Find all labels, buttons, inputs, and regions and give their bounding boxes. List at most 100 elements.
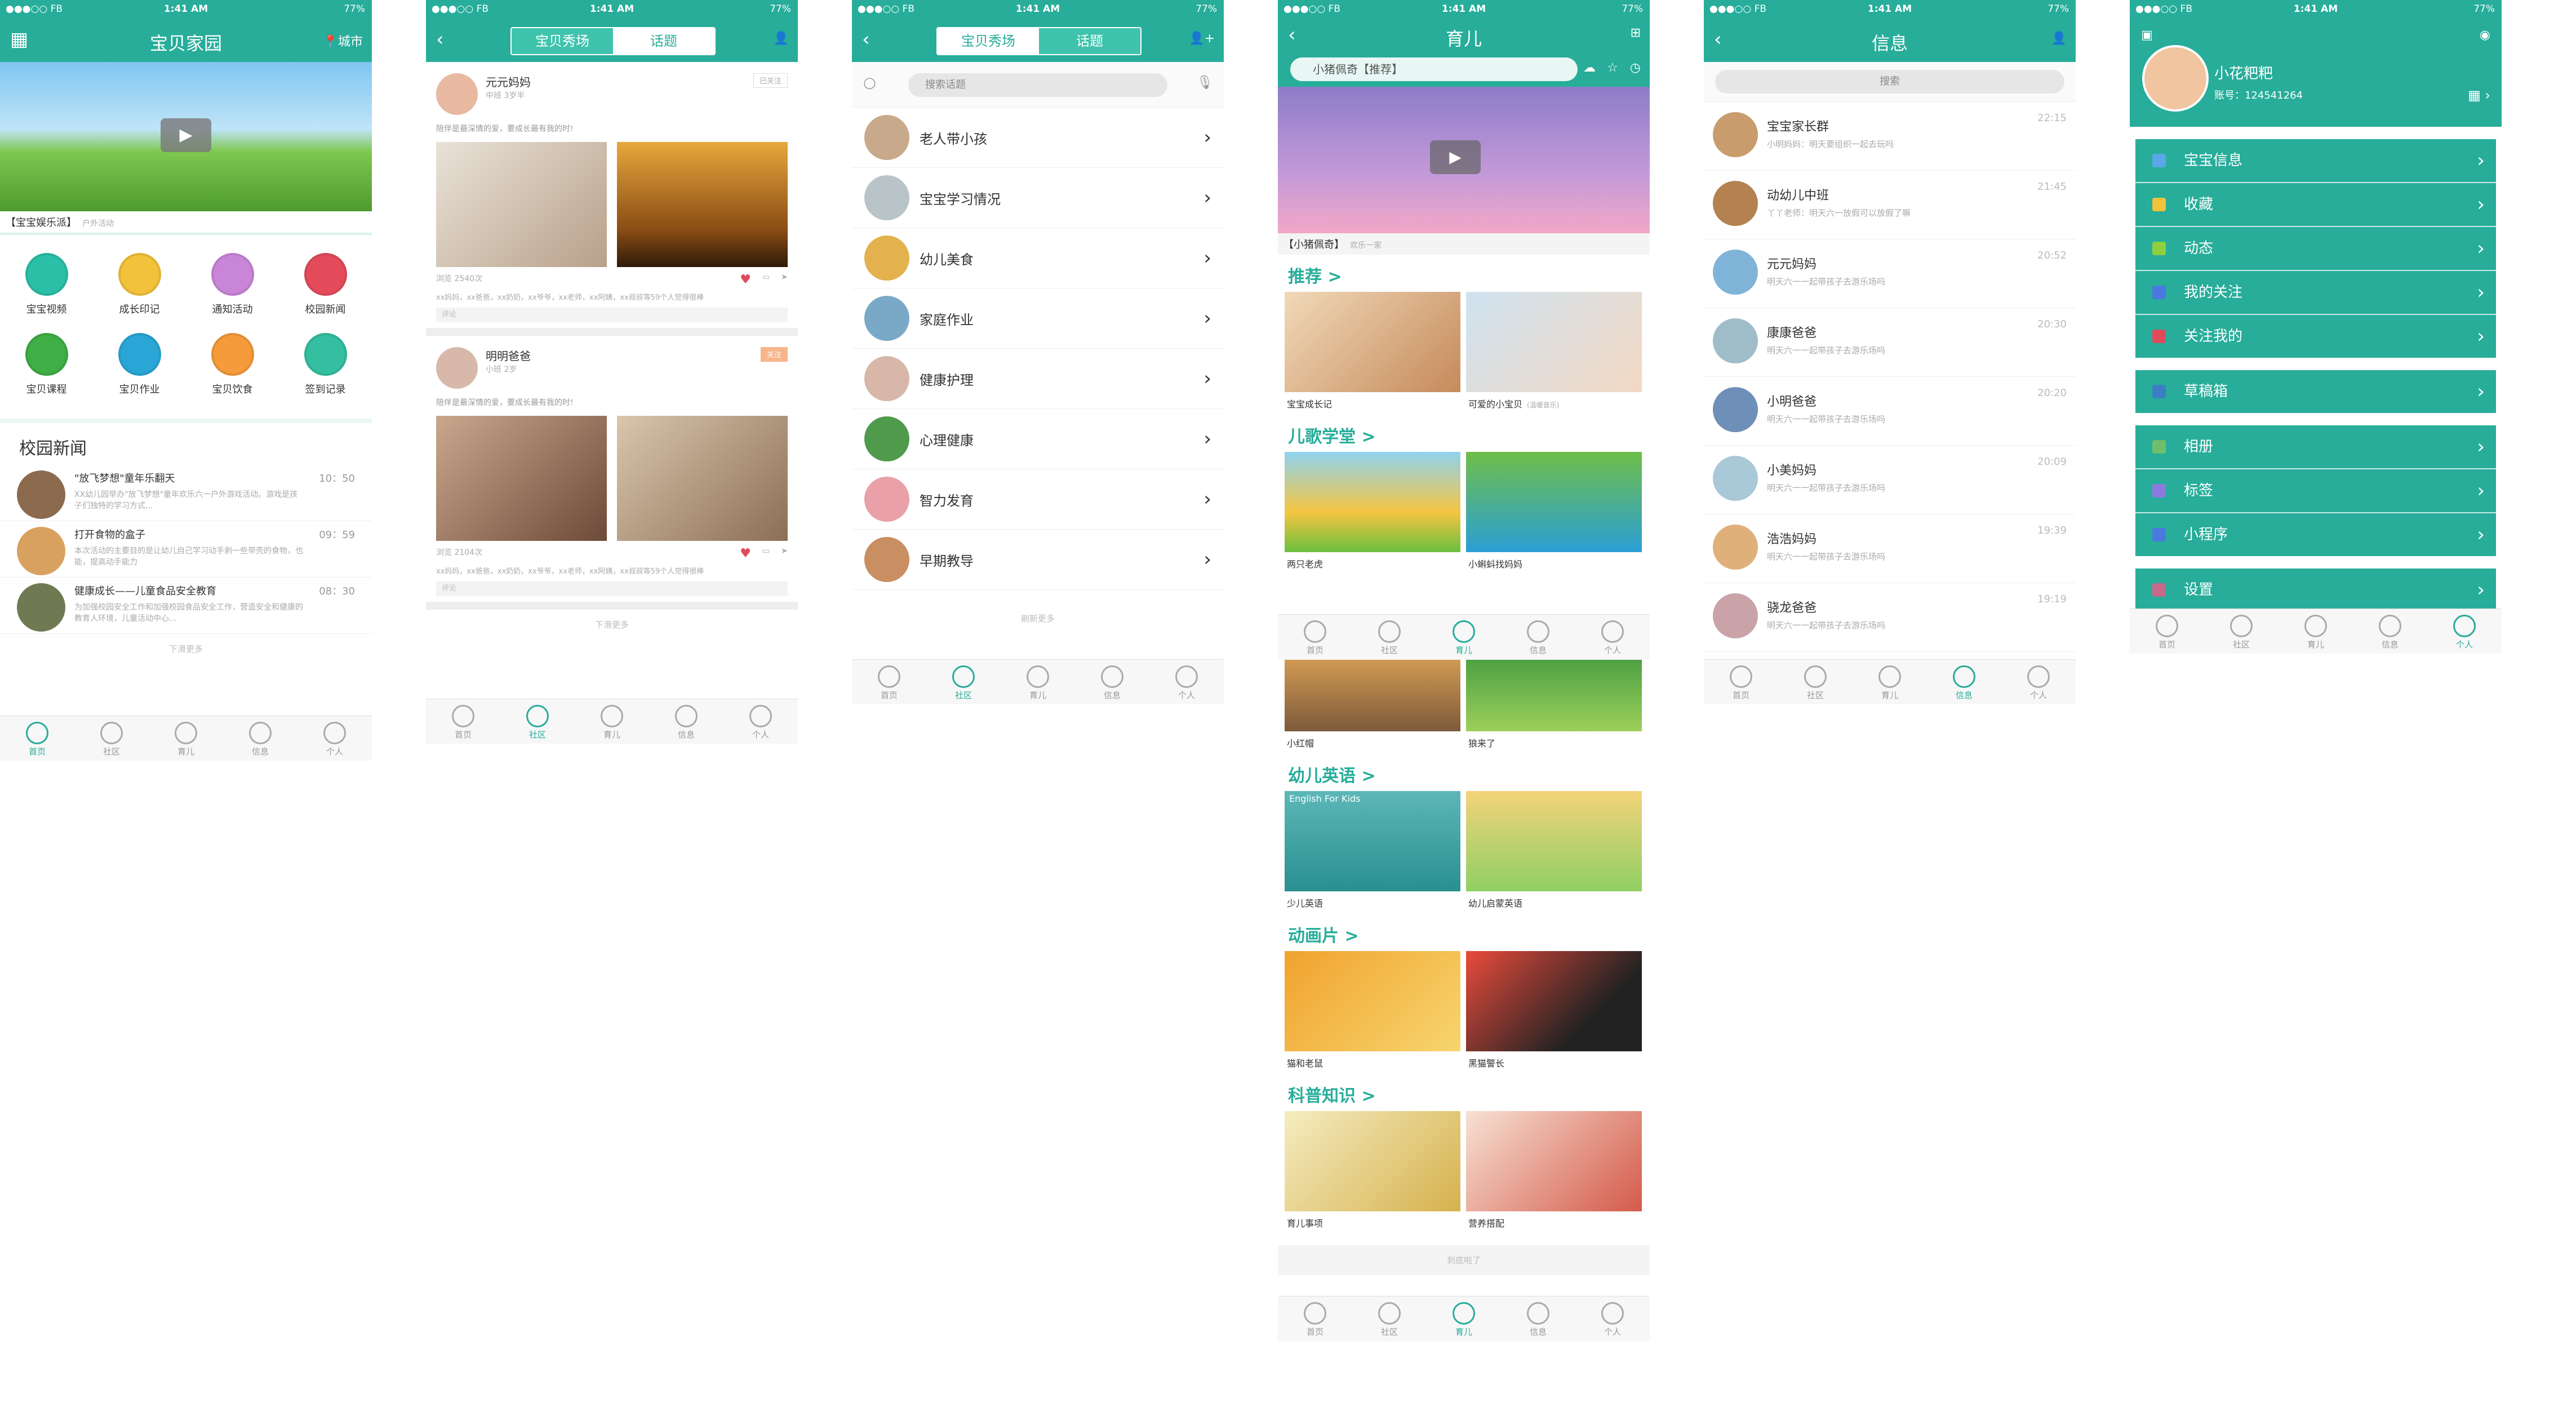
microphone-icon[interactable]: 🎙 [1197,74,1214,90]
tab-community[interactable]: 社区 [500,699,575,744]
tab-home[interactable]: 首页 [0,716,74,761]
star-icon[interactable]: ☆ [1607,61,1618,75]
topic-item[interactable]: 老人带小孩 › [852,108,1224,168]
grid-item-checkin[interactable]: 签到记录 [279,333,372,396]
tab-home[interactable]: 首页 [1704,660,1778,704]
tab-profile[interactable]: 个人 [2427,609,2502,654]
tab-community[interactable]: 社区 [926,660,1001,704]
tab-parenting[interactable]: 育儿 [1427,1296,1501,1342]
search-input[interactable]: 小猪佩奇【推荐】 [1290,57,1578,81]
tab-messages[interactable]: 信息 [1501,1296,1575,1342]
tab-home[interactable]: 首页 [2130,609,2204,654]
tab-topics[interactable]: 话题 [1039,28,1140,54]
back-icon[interactable]: ‹ [862,28,870,51]
heart-icon[interactable]: ♥ [740,273,751,287]
follow-button[interactable]: 关注 [760,347,788,362]
follow-button[interactable]: 已关注 [753,73,788,88]
tab-community[interactable]: 社区 [2204,609,2279,654]
share-icon[interactable]: ➤ [781,547,788,561]
tab-showcase[interactable]: 宝贝秀场 [512,28,613,54]
grid-item-homework[interactable]: 宝贝作业 [93,333,186,396]
grid-item-diet[interactable]: 宝贝饮食 [186,333,279,396]
topic-item[interactable]: 幼儿美食 › [852,228,1224,288]
menu-item-tags[interactable]: 标签 › [2135,469,2496,513]
content-card[interactable]: English For Kids 少儿英语 [1285,791,1460,914]
post-photo[interactable] [436,142,607,267]
calendar-icon[interactable]: ▣ [2141,28,2153,42]
message-item[interactable]: 康康爸爸 明天六一一起带孩子去游乐场吗 20:30 [1704,308,2076,377]
post-photo[interactable] [617,416,788,541]
topic-item[interactable]: 家庭作业 › [852,288,1224,349]
load-more[interactable]: 下滑更多 [426,610,798,639]
avatar[interactable] [436,347,478,389]
message-item[interactable]: 小明爸爸 明天六一一起带孩子去游乐场吗 20:20 [1704,377,2076,446]
grid-add-icon[interactable]: ⊞ [1631,26,1641,40]
tab-messages[interactable]: 信息 [223,716,297,761]
menu-item-favorites[interactable]: 收藏 › [2135,183,2496,227]
news-item[interactable]: 健康成长——儿童食品安全教育 为加强校园安全工作和加强校园食品安全工作，营造安全和… [0,578,372,634]
message-item[interactable]: 小美妈妈 明天六一一起带孩子去游乐场吗 20:09 [1704,446,2076,514]
tab-community[interactable]: 社区 [74,716,149,761]
section-title[interactable]: 幼儿英语 > [1278,754,1650,791]
user-icon[interactable]: 👤 [774,32,789,46]
load-more[interactable]: 刷新更多 [852,590,1224,633]
tab-profile[interactable]: 个人 [723,699,798,744]
post-photo[interactable] [436,416,607,541]
banner-video[interactable]: ▶ [0,62,372,211]
download-icon[interactable]: ☁ [1583,61,1596,75]
search-input[interactable]: 搜索 [1715,70,2064,94]
content-card[interactable]: 猫和老鼠 [1285,951,1460,1074]
tab-showcase[interactable]: 宝贝秀场 [938,28,1039,54]
city-selector[interactable]: 📍城市 [323,32,363,50]
message-item[interactable]: 宝宝家长群 小明妈妈：明天要组织一起去玩吗 22:15 [1704,102,2076,171]
tab-community[interactable]: 社区 [1352,615,1427,660]
tab-topics[interactable]: 话题 [613,28,714,54]
content-card[interactable]: 幼儿启蒙英语 [1466,791,1642,914]
tab-messages[interactable]: 信息 [1501,615,1575,660]
menu-item-followers[interactable]: 关注我的 › [2135,315,2496,358]
tab-profile[interactable]: 个人 [297,716,372,761]
menu-item-drafts[interactable]: 草稿箱 › [2135,370,2496,413]
topic-item[interactable]: 心理健康 › [852,409,1224,469]
topic-item[interactable]: 宝宝学习情况 › [852,168,1224,228]
play-icon[interactable]: ▶ [1430,140,1481,174]
section-title[interactable]: 动画片 > [1278,914,1650,951]
comment-input[interactable]: 评论 [436,581,788,596]
tab-home[interactable]: 首页 [1278,615,1352,660]
video-player[interactable]: ▶ [1278,87,1650,233]
play-icon[interactable]: ▶ [161,118,211,152]
menu-item-album[interactable]: 相册 › [2135,425,2496,469]
tab-profile[interactable]: 个人 [1575,1296,1650,1342]
news-item[interactable]: "放飞梦想"童年乐翻天 XX幼儿园举办"放飞梦想"童年欢乐六一户外游戏活动。游戏是… [0,465,372,521]
menu-item-baby-info[interactable]: 宝宝信息 › [2135,139,2496,183]
tab-profile[interactable]: 个人 [1575,615,1650,660]
grid-item-news[interactable]: 校园新闻 [279,253,372,316]
heart-icon[interactable]: ♥ [740,547,751,561]
add-user-icon[interactable]: 👤+ [1189,32,1215,46]
comment-icon[interactable]: ▭ [762,547,770,561]
menu-item-moments[interactable]: 动态 › [2135,227,2496,271]
section-title[interactable]: 推荐 > [1278,255,1650,292]
grid-item-video[interactable]: 宝宝视频 [0,253,93,316]
tab-community[interactable]: 社区 [1352,1296,1427,1342]
content-card[interactable]: 育儿事项 [1285,1111,1460,1234]
profile-header[interactable]: ▣ ◉ 小花粑粑 账号：124541264 ▦ › [2130,17,2502,127]
message-item[interactable]: 浩浩妈妈 明天六一一起带孩子去游乐场吗 19:39 [1704,514,2076,583]
section-title[interactable]: 科普知识 > [1278,1074,1650,1111]
topic-item[interactable]: 早期教导 › [852,530,1224,590]
content-card[interactable]: 可爱的小宝贝 (温暖音乐) [1466,292,1642,415]
content-card[interactable]: 小蝌蚪找妈妈 [1466,452,1642,575]
content-card[interactable]: 黑猫警长 [1466,951,1642,1074]
grid-item-growth[interactable]: 成长印记 [93,253,186,316]
tab-parenting[interactable]: 育儿 [1853,660,1927,704]
tab-home[interactable]: 首页 [1278,1296,1352,1342]
avatar[interactable] [436,73,478,115]
tab-home[interactable]: 首页 [852,660,926,704]
section-title[interactable]: 儿歌学堂 > [1278,415,1650,452]
tab-parenting[interactable]: 育儿 [1427,615,1501,660]
tab-profile[interactable]: 个人 [1149,660,1224,704]
grid-item-course[interactable]: 宝贝课程 [0,333,93,396]
content-card[interactable]: 宝宝成长记 [1285,292,1460,415]
news-item[interactable]: 打开食物的盒子 本次活动的主要目的是让幼儿自己学习动手剥一些带壳的食物，也能，提高… [0,521,372,578]
search-input[interactable]: 搜索话题 [908,73,1167,97]
